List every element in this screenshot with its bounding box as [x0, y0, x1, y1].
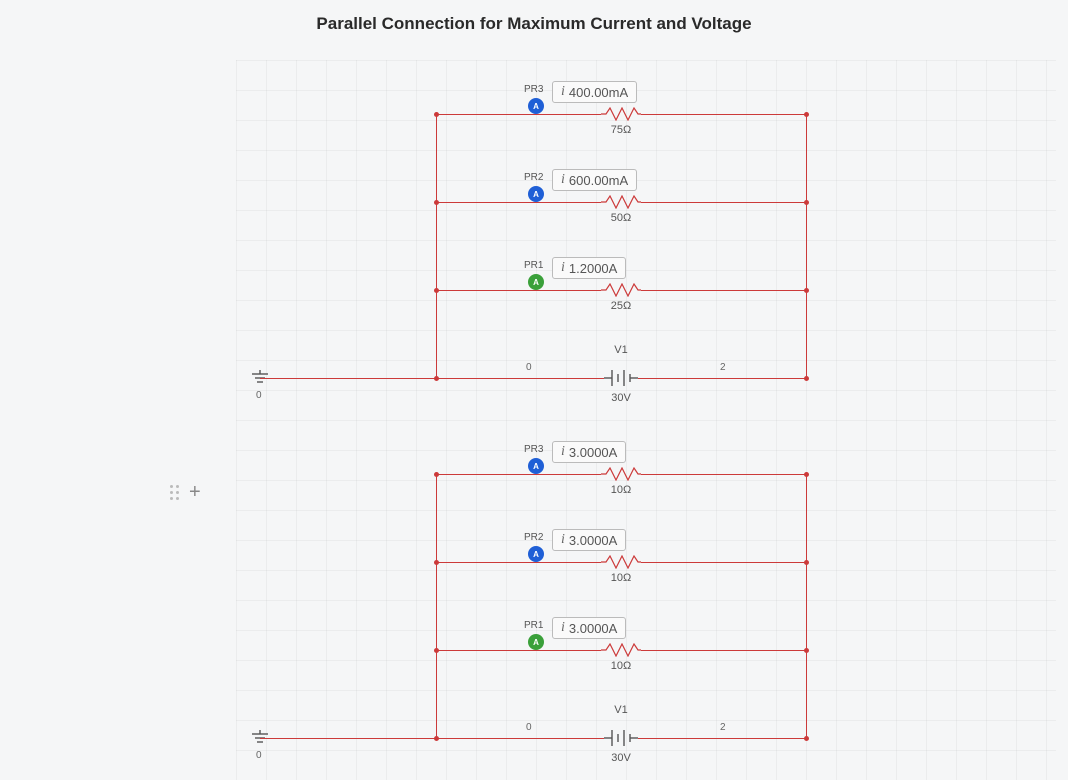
branch: 25Ω PR1 A i1.2000A [436, 290, 806, 320]
ground-label: 0 [256, 750, 262, 761]
resistor-icon [601, 643, 641, 657]
probe-name: PR1 [524, 260, 543, 271]
node-label: 2 [720, 362, 726, 373]
source-value: 30V [611, 752, 631, 764]
wire [436, 474, 601, 475]
voltage-source-icon [604, 366, 638, 390]
probe-name: PR2 [524, 532, 543, 543]
ammeter-icon: A [528, 634, 544, 650]
branch: 50Ω PR2 A i600.00mA [436, 202, 806, 232]
ammeter-icon: A [528, 274, 544, 290]
node-label: 2 [720, 722, 726, 733]
resistor-icon [601, 195, 641, 209]
probe-reading-value: 3.0000A [569, 533, 617, 548]
circuit-node [804, 736, 809, 741]
branch: 75Ω PR3 A i400.00mA [436, 114, 806, 144]
wire [436, 562, 601, 563]
circuit-node [434, 648, 439, 653]
wire [641, 650, 806, 651]
wire [638, 738, 806, 739]
wire [638, 378, 806, 379]
resistor-value: 10Ω [611, 572, 631, 584]
circuit-1: 0 75Ω PR3 A i400.00mA 50Ω PR2 A i60 [236, 60, 836, 400]
probe-reading-value: 1.2000A [569, 261, 617, 276]
circuit-node [434, 288, 439, 293]
wire [641, 202, 806, 203]
circuit-node [804, 288, 809, 293]
wire [436, 114, 601, 115]
resistor-value: 50Ω [611, 212, 631, 224]
wire [641, 290, 806, 291]
probe-reading: i600.00mA [552, 169, 637, 191]
probe-reading: i3.0000A [552, 529, 626, 551]
wire [260, 378, 436, 379]
wire [806, 114, 807, 378]
add-icon[interactable]: + [189, 482, 201, 502]
circuit-node [804, 472, 809, 477]
wire [436, 202, 601, 203]
wire [436, 474, 437, 738]
branch: 10Ω PR3 A i3.0000A [436, 474, 806, 504]
wire [260, 738, 436, 739]
probe-name: PR2 [524, 172, 543, 183]
node-label: 0 [526, 362, 532, 373]
sidebar-controls: + [170, 482, 201, 502]
circuit-node [804, 200, 809, 205]
wire [436, 738, 604, 739]
source-value: 30V [611, 392, 631, 404]
voltage-source-icon [604, 726, 638, 750]
resistor-value: 10Ω [611, 660, 631, 672]
probe-reading-value: 600.00mA [569, 173, 628, 188]
circuit-node [434, 472, 439, 477]
probe-reading-value: 400.00mA [569, 85, 628, 100]
resistor-icon [601, 555, 641, 569]
probe-reading-value: 3.0000A [569, 621, 617, 636]
resistor-value: 75Ω [611, 124, 631, 136]
wire [806, 474, 807, 738]
wire [641, 474, 806, 475]
ammeter-icon: A [528, 458, 544, 474]
branch: 10Ω PR1 A i3.0000A [436, 650, 806, 680]
circuit-node [804, 560, 809, 565]
probe-reading: i400.00mA [552, 81, 637, 103]
node-label: 0 [526, 722, 532, 733]
wire [436, 650, 601, 651]
probe-reading: i3.0000A [552, 617, 626, 639]
wire [436, 114, 437, 378]
wire [436, 290, 601, 291]
drag-handle-icon[interactable] [170, 485, 179, 500]
resistor-value: 10Ω [611, 484, 631, 496]
probe-reading: i1.2000A [552, 257, 626, 279]
ammeter-icon: A [528, 546, 544, 562]
circuit-node [434, 200, 439, 205]
ground-label: 0 [256, 390, 262, 401]
wire [641, 562, 806, 563]
ammeter-icon: A [528, 186, 544, 202]
branch: 10Ω PR2 A i3.0000A [436, 562, 806, 592]
circuit-node [804, 376, 809, 381]
source-name: V1 [614, 344, 627, 356]
resistor-value: 25Ω [611, 300, 631, 312]
ground-icon [250, 370, 270, 388]
probe-reading: i3.0000A [552, 441, 626, 463]
circuit-node [804, 648, 809, 653]
circuit-node [434, 112, 439, 117]
probe-reading-value: 3.0000A [569, 445, 617, 460]
ammeter-icon: A [528, 98, 544, 114]
circuit-node [804, 112, 809, 117]
resistor-icon [601, 107, 641, 121]
wire [436, 378, 604, 379]
probe-name: PR3 [524, 444, 543, 455]
resistor-icon [601, 467, 641, 481]
ground-icon [250, 730, 270, 748]
page-title: Parallel Connection for Maximum Current … [0, 14, 1068, 34]
circuit-node [434, 560, 439, 565]
probe-name: PR3 [524, 84, 543, 95]
probe-name: PR1 [524, 620, 543, 631]
circuit-2: 0 10Ω PR3 A i3.0000A 10Ω PR2 A i3.0000A [236, 420, 836, 760]
wire [641, 114, 806, 115]
resistor-icon [601, 283, 641, 297]
source-name: V1 [614, 704, 627, 716]
